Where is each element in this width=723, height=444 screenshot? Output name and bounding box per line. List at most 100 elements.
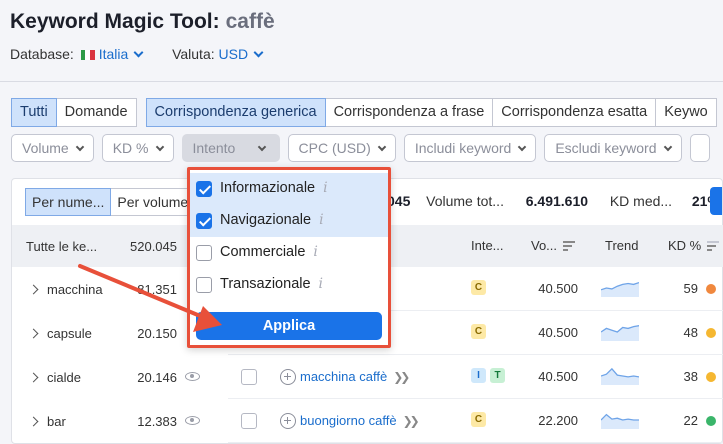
option-label: Navigazionale [220,212,312,228]
filter-kd[interactable]: KD % [101,134,174,162]
sidebar-item-bar[interactable]: bar 12.383 [12,399,212,443]
tool-name: Keyword Magic Tool: [10,10,220,33]
database-row: Database: Italia Valuta: USD [10,46,264,62]
intent-badge: C [471,324,486,339]
checkbox-checked[interactable] [196,213,212,229]
sidebar-item-label: macchina [47,281,103,297]
chevron-down-icon [155,142,164,152]
kd-value: 59 [683,281,698,296]
info-icon[interactable]: i [323,180,327,196]
chevron-right-icon [28,284,39,294]
info-icon[interactable]: i [313,244,317,260]
sidebar-header-count: 520.045 [130,238,177,254]
eye-icon[interactable] [185,372,200,381]
sidebar-header[interactable]: Tutte le ke... 520.045 [12,225,212,267]
filter-label: CPC (USD) [298,140,371,156]
sidebar-item-count: 20.150 [137,325,177,341]
segment-per-numero[interactable]: Per nume... [25,188,112,216]
sidebar-item-count: 81.351 [137,281,177,297]
intent-badge: C [471,280,486,295]
chevron-down-icon [253,47,264,58]
tab-corrispondenza-generica[interactable]: Corrispondenza generica [145,98,326,127]
sidebar-item-label: bar [47,413,66,429]
sidebar-item-macchina[interactable]: macchina 81.351 [12,267,212,311]
segment-per-volume[interactable]: Per volume [110,188,196,216]
filter-cpc[interactable]: CPC (USD) [287,134,396,162]
chevron-down-icon [133,47,144,58]
tab-tutti[interactable]: Tutti [11,98,57,127]
kd-average-label: KD med... [609,193,673,209]
intent-badges: C [471,412,490,427]
kd-value: 38 [683,369,698,384]
seed-keyword: caffè [225,10,275,33]
trend-area [601,368,639,385]
chevron-right-icon [28,372,39,382]
trend-sparkline [601,281,639,297]
col-volume-label: Vo... [531,238,558,253]
double-chevron-icon[interactable]: ❯❯ [403,414,420,428]
tab-corrispondenza-esatta[interactable]: Corrispondenza esatta [492,98,657,127]
filter-intento[interactable]: Intento [181,134,280,162]
option-label: Informazionale [220,180,316,196]
chevron-down-icon [258,142,267,152]
chevron-right-icon [28,328,39,338]
sidebar-item-label: cialde [47,369,81,385]
sidebar-item-capsule[interactable]: capsule 20.150 [12,311,212,355]
option-label: Transazionale [220,276,311,292]
col-intent[interactable]: Inte... [471,238,504,253]
sort-icon [563,241,576,251]
database-selector[interactable]: Italia [98,46,144,62]
tab-keyword-partial[interactable]: Keywo [655,98,717,127]
volume-value: 40.500 [538,325,578,340]
volume-value: 22.200 [538,413,578,428]
database-value: Italia [98,46,129,62]
checkbox[interactable] [196,245,212,261]
currency-selector[interactable]: USD [219,46,264,62]
keyword-groups-sidebar: Tutte le ke... 520.045 macchina 81.351 ca… [12,225,212,444]
intent-dropdown: Informazionale i Navigazionale i Commercia… [187,167,391,348]
col-kd[interactable]: KD % [668,238,720,253]
sidebar-header-label: Tutte le ke... [26,238,98,254]
kd-difficulty-dot [706,328,716,338]
intent-option-commerciale[interactable]: Commerciale i [190,237,388,269]
filter-label: Escludi keyword [555,140,657,156]
checkbox-checked[interactable] [196,181,212,197]
sidebar-item-cialde[interactable]: cialde 20.146 [12,355,212,399]
add-to-list-icon[interactable] [280,413,296,429]
checkbox[interactable] [196,277,212,293]
filter-label: Includi keyword [414,140,512,156]
info-icon[interactable]: i [319,276,323,292]
keyword-text: buongiorno caffè [300,413,397,428]
chevron-down-icon [663,142,672,152]
intent-option-navigazionale[interactable]: Navigazionale i [190,205,388,237]
col-kd-label: KD % [668,238,702,253]
add-to-list-icon[interactable] [280,369,296,385]
sidebar-item-count: 12.383 [137,413,177,429]
intent-option-informazionale[interactable]: Informazionale i [190,173,388,205]
sort-icon [707,241,720,251]
option-label: Commerciale [220,244,306,260]
filter-includi-keyword[interactable]: Includi keyword [403,134,537,162]
info-icon[interactable]: i [319,212,323,228]
double-chevron-icon[interactable]: ❯❯ [393,370,410,384]
italy-flag-icon [80,50,95,60]
volume-value: 40.500 [538,369,578,384]
intent-option-transazionale[interactable]: Transazionale i [190,269,388,301]
chevron-down-icon [377,142,387,152]
intent-badges: IT [471,368,509,383]
row-checkbox[interactable] [241,413,257,429]
filter-escludi-keyword[interactable]: Escludi keyword [544,134,682,162]
row-checkbox[interactable] [241,369,257,385]
export-button[interactable] [710,187,722,215]
filter-more[interactable] [689,134,710,162]
keyword-link[interactable]: buongiorno caffè ❯❯ [300,413,420,428]
filter-volume[interactable]: Volume [11,134,94,162]
keyword-link[interactable]: macchina caffè ❯❯ [300,369,410,384]
col-volume[interactable]: Vo... [531,238,576,253]
apply-button[interactable]: Applica [196,312,382,340]
database-label: Database: [10,46,74,62]
tab-domande[interactable]: Domande [55,98,137,127]
chevron-right-icon [28,416,39,426]
eye-icon[interactable] [185,416,200,425]
tab-corrispondenza-a-frase[interactable]: Corrispondenza a frase [324,98,494,127]
